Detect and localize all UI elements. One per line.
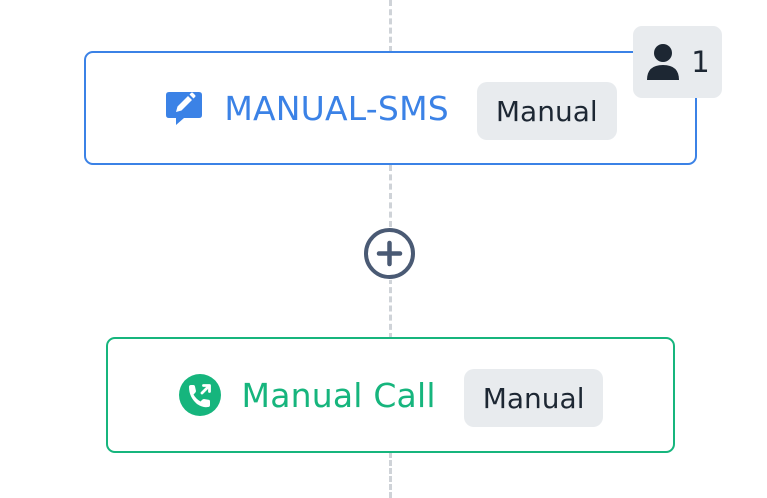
- plus-circle-icon: [363, 227, 416, 280]
- manual-badge: Manual: [476, 82, 617, 140]
- step-label: Manual Call: [241, 375, 436, 415]
- phone-call-icon: [178, 373, 222, 417]
- flow-connector-lower: [389, 278, 392, 339]
- manual-badge: Manual: [463, 369, 604, 427]
- assignee-count-badge[interactable]: 1: [633, 26, 722, 98]
- flow-connector-upper: [389, 165, 392, 227]
- flow-connector-bottom: [389, 452, 392, 498]
- step-card-manual-call[interactable]: Manual Call Manual: [106, 337, 675, 453]
- sms-edit-icon: [164, 88, 204, 128]
- add-step-button[interactable]: [363, 227, 416, 280]
- step-label: MANUAL-SMS: [224, 88, 449, 128]
- assignee-count: 1: [691, 45, 710, 79]
- person-icon: [645, 43, 681, 81]
- flow-connector-top: [389, 0, 392, 52]
- step-card-manual-sms[interactable]: MANUAL-SMS Manual: [84, 51, 697, 165]
